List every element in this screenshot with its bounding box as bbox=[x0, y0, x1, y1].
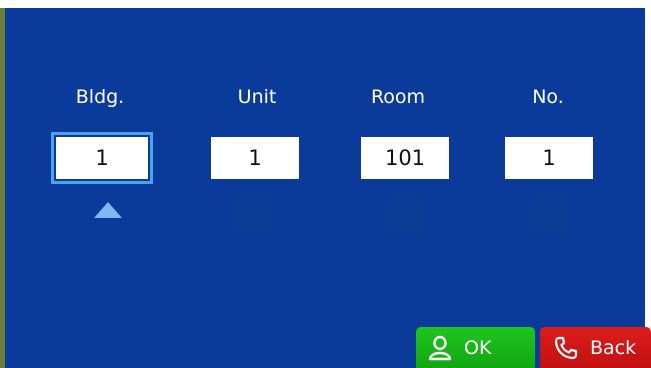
back-button[interactable]: Back bbox=[540, 327, 651, 368]
ok-button[interactable]: OK bbox=[416, 327, 535, 368]
dial-panel bbox=[5, 8, 645, 368]
bldg-field[interactable]: 1 bbox=[51, 132, 153, 184]
ok-button-label: OK bbox=[464, 336, 492, 359]
room-indicator bbox=[387, 198, 423, 232]
no-indicator bbox=[532, 198, 568, 232]
phone-icon bbox=[554, 336, 578, 360]
no-label: No. bbox=[532, 86, 564, 108]
no-field[interactable]: 1 bbox=[505, 137, 593, 179]
intercom-screen-frame: Bldg. Unit Room No. 1 1 101 1 OK Back bbox=[0, 0, 651, 368]
back-button-label: Back bbox=[590, 336, 637, 359]
triangle-up-icon bbox=[94, 202, 122, 218]
person-icon bbox=[428, 335, 452, 361]
bldg-label: Bldg. bbox=[75, 86, 125, 108]
unit-indicator bbox=[236, 198, 272, 232]
unit-field[interactable]: 1 bbox=[211, 137, 299, 179]
room-label: Room bbox=[370, 86, 426, 108]
room-field[interactable]: 101 bbox=[361, 137, 449, 179]
unit-label: Unit bbox=[237, 86, 277, 108]
